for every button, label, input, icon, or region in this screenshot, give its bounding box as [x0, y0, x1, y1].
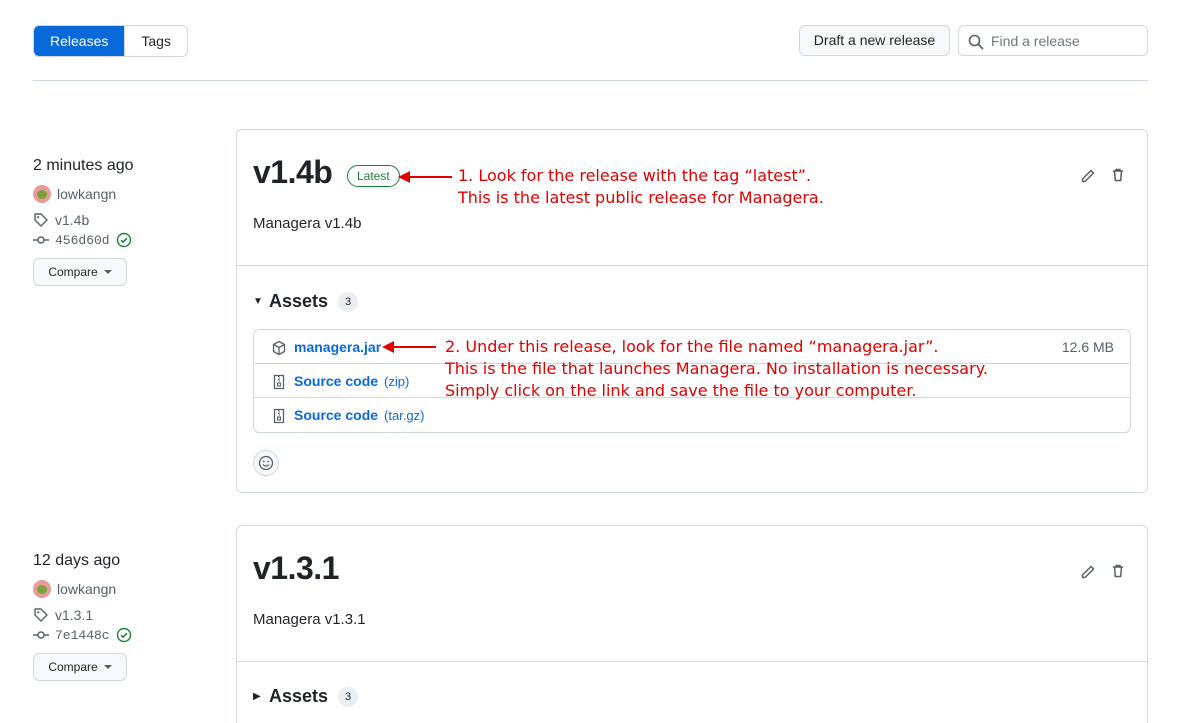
- pencil-icon[interactable]: [1080, 168, 1096, 184]
- triangle-right-icon: ▶: [253, 691, 261, 702]
- release-title[interactable]: v1.3.1: [253, 550, 339, 587]
- chevron-down-icon: [103, 270, 112, 274]
- release-author[interactable]: lowkangn: [33, 580, 223, 598]
- annotation-line: 2. Under this release, look for the file…: [445, 337, 939, 356]
- assets-toggle[interactable]: ▼ Assets 3: [253, 291, 359, 312]
- search-input[interactable]: [991, 31, 1141, 51]
- annotation-arrow-2: [382, 341, 436, 353]
- triangle-down-icon: ▼: [253, 296, 263, 307]
- release-description: Managera v1.3.1: [253, 611, 366, 628]
- asset-name: Source code: [294, 373, 379, 389]
- trash-icon[interactable]: [1110, 563, 1126, 579]
- smiley-icon: [258, 455, 274, 471]
- tab-tags[interactable]: Tags: [124, 26, 187, 56]
- compare-button[interactable]: Compare: [33, 258, 127, 286]
- release-tag[interactable]: v1.4b: [33, 212, 223, 228]
- asset-row: Source code (tar.gz): [254, 398, 1130, 432]
- add-reaction-button[interactable]: [253, 450, 279, 476]
- assets-count: 3: [338, 686, 359, 707]
- tag-name[interactable]: v1.4b: [55, 212, 89, 228]
- compare-button[interactable]: Compare: [33, 653, 127, 681]
- release-description: Managera v1.4b: [253, 215, 362, 232]
- annotation-note-2: 2. Under this release, look for the file…: [445, 336, 988, 402]
- compare-label: Compare: [48, 660, 98, 674]
- annotation-line: This is the latest public release for Ma…: [458, 188, 824, 207]
- asset-ext: (zip): [384, 374, 410, 389]
- releases-toolbar: Releases Tags Draft a new release: [33, 25, 1148, 57]
- find-release-search[interactable]: [958, 25, 1148, 56]
- tag-icon: [34, 213, 48, 227]
- git-commit-icon: [33, 236, 49, 244]
- commit-sha[interactable]: 7e1448c: [55, 628, 110, 643]
- verified-check-icon: [116, 232, 131, 248]
- toolbar-divider: [33, 80, 1148, 81]
- asset-size: 12.6 MB: [1061, 339, 1114, 355]
- release-meta-2: 12 days ago lowkangn v1.3.1 7e1448c Comp…: [33, 552, 223, 681]
- asset-name: Source code: [294, 407, 379, 423]
- compare-label: Compare: [48, 265, 98, 279]
- annotation-line: This is the file that launches Managera.…: [445, 359, 988, 378]
- asset-link-source-zip[interactable]: Source code (zip): [294, 373, 409, 389]
- release-title[interactable]: v1.4b: [253, 154, 333, 191]
- release-commit[interactable]: 456d60d: [33, 232, 223, 248]
- pencil-icon[interactable]: [1080, 564, 1096, 580]
- release-author[interactable]: lowkangn: [33, 185, 223, 203]
- search-icon: [968, 34, 984, 50]
- author-name[interactable]: lowkangn: [57, 186, 116, 202]
- draft-new-release-button[interactable]: Draft a new release: [799, 25, 950, 56]
- asset-link-managera-jar[interactable]: managera.jar: [294, 339, 381, 355]
- release-header: v1.3.1 Managera v1.3.1: [237, 526, 1147, 662]
- release-meta-1: 2 minutes ago lowkangn v1.4b 456d60d Com…: [33, 157, 223, 286]
- file-zip-icon: [273, 408, 285, 424]
- file-zip-icon: [273, 374, 285, 390]
- release-tag[interactable]: v1.3.1: [33, 607, 223, 623]
- git-commit-icon: [33, 631, 49, 639]
- release-time: 2 minutes ago: [33, 157, 134, 174]
- assets-label: Assets: [269, 686, 329, 706]
- asset-ext: (tar.gz): [384, 408, 425, 423]
- commit-sha[interactable]: 456d60d: [55, 233, 110, 248]
- annotation-arrow-1: [398, 171, 452, 183]
- tab-releases[interactable]: Releases: [34, 26, 125, 56]
- release-commit[interactable]: 7e1448c: [33, 627, 223, 643]
- chevron-down-icon: [103, 665, 112, 669]
- verified-check-icon: [116, 627, 131, 643]
- assets-count: 3: [338, 291, 359, 312]
- tag-icon: [34, 608, 48, 622]
- annotation-line: Simply click on the link and save the fi…: [445, 381, 917, 400]
- releases-tags-switch: Releases Tags: [33, 25, 188, 57]
- avatar: [33, 185, 51, 203]
- asset-link-source-targz[interactable]: Source code (tar.gz): [294, 407, 425, 423]
- avatar: [33, 580, 51, 598]
- annotation-line: 1. Look for the release with the tag “la…: [458, 166, 812, 185]
- release-time: 12 days ago: [33, 552, 121, 569]
- author-name[interactable]: lowkangn: [57, 581, 116, 597]
- assets-toggle[interactable]: ▶ Assets 3: [253, 686, 359, 707]
- trash-icon[interactable]: [1110, 167, 1126, 183]
- tag-name[interactable]: v1.3.1: [55, 607, 93, 623]
- annotation-note-1: 1. Look for the release with the tag “la…: [458, 165, 824, 209]
- release-card-2: v1.3.1 Managera v1.3.1 ▶ Assets 3: [236, 525, 1148, 723]
- assets-label: Assets: [269, 291, 329, 311]
- package-icon: [272, 340, 286, 356]
- latest-badge: Latest: [347, 165, 400, 187]
